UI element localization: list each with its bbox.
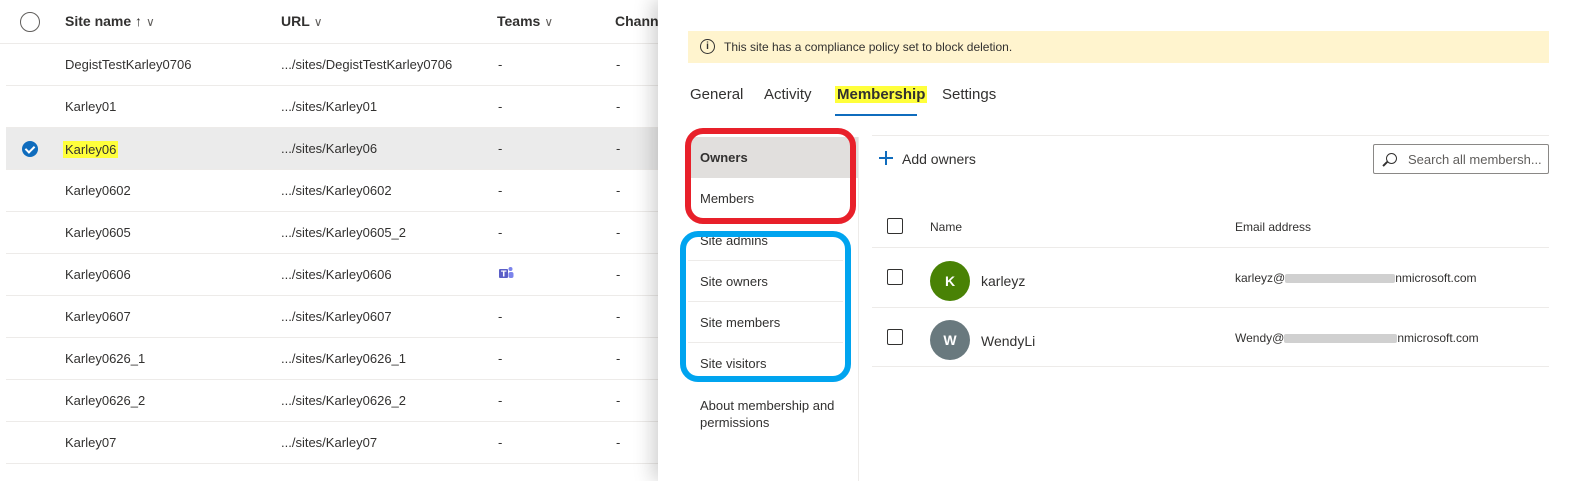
banner-text: This site has a compliance policy set to…	[724, 40, 1013, 54]
channel-value: -	[616, 435, 621, 450]
site-name[interactable]: Karley0606	[65, 267, 131, 282]
site-name[interactable]: Karley06	[63, 141, 119, 158]
site-url: .../sites/Karley01	[281, 99, 378, 114]
select-all-checkbox[interactable]	[887, 218, 903, 234]
row-checkbox[interactable]	[887, 269, 903, 285]
teams-value: -	[498, 99, 503, 114]
teams-value: -	[498, 309, 503, 324]
channel-value: -	[616, 225, 621, 240]
channel-value: -	[616, 351, 621, 366]
site-details-panel: i This site has a compliance policy set …	[658, 0, 1596, 481]
table-row[interactable]: Karley0626_1 .../sites/Karley0626_1 - -	[6, 338, 660, 380]
table-row[interactable]: Karley0607 .../sites/Karley0607 - -	[6, 296, 660, 338]
column-header-url[interactable]: URL ∨	[281, 13, 323, 29]
avatar: K	[930, 261, 970, 301]
site-name[interactable]: Karley0626_1	[65, 351, 145, 366]
site-list: Site name ↑∨ URL∨ Teams∨ Channe DegistTe…	[0, 0, 660, 481]
channel-value: -	[616, 141, 621, 156]
column-header-channel[interactable]: Channe	[615, 13, 660, 29]
channel-value: -	[616, 393, 621, 408]
chevron-down-icon: ∨	[313, 15, 323, 29]
teams-value: -	[498, 225, 503, 240]
info-icon: i	[700, 39, 715, 54]
table-row[interactable]: Karley07 .../sites/Karley07 - -	[6, 422, 660, 464]
teams-value: -	[498, 183, 503, 198]
divider	[872, 247, 1549, 248]
avatar: W	[930, 320, 970, 360]
compliance-banner: i This site has a compliance policy set …	[688, 31, 1549, 63]
table-row[interactable]: Karley0602 .../sites/Karley0602 - -	[6, 170, 660, 212]
divider	[872, 135, 1549, 136]
site-url: .../sites/Karley0607	[281, 309, 392, 324]
member-email: karleyz@ nmicrosoft.com	[1235, 271, 1477, 285]
table-row[interactable]: Karley0626_2 .../sites/Karley0626_2 - -	[6, 380, 660, 422]
table-row-selected[interactable]: Karley06 .../sites/Karley06 - -	[6, 128, 660, 170]
table-row[interactable]: Karley01 .../sites/Karley01 - -	[6, 86, 660, 128]
active-tab-indicator	[835, 114, 917, 116]
site-name[interactable]: DegistTestKarley0706	[65, 57, 191, 72]
checkmark-icon[interactable]	[22, 141, 38, 157]
table-row[interactable]: Karley0605 .../sites/Karley0605_2 - -	[6, 212, 660, 254]
tab-activity[interactable]: Activity	[764, 86, 812, 103]
search-placeholder: Search all membersh...	[1408, 152, 1542, 167]
member-email: Wendy@ nmicrosoft.com	[1235, 331, 1479, 345]
annotation-box-blue	[680, 231, 851, 382]
divider	[872, 366, 1549, 367]
channel-value: -	[616, 267, 621, 282]
channel-value: -	[616, 309, 621, 324]
tab-membership-label: Membership	[835, 86, 928, 103]
site-name[interactable]: Karley07	[65, 435, 116, 450]
site-url: .../sites/Karley0602	[281, 183, 392, 198]
tab-general[interactable]: General	[690, 86, 743, 103]
channel-value: -	[616, 183, 621, 198]
site-url: .../sites/Karley06	[281, 141, 378, 156]
add-owners-button[interactable]: Add owners	[902, 151, 976, 167]
plus-icon[interactable]	[878, 150, 894, 166]
subnav-about-membership[interactable]: About membership and permissions	[688, 397, 853, 431]
teams-value: -	[498, 393, 503, 408]
redaction	[1285, 274, 1396, 284]
site-url: .../sites/Karley0606	[281, 267, 392, 282]
column-header-email[interactable]: Email address	[1235, 220, 1311, 234]
teams-value: -	[498, 435, 503, 450]
column-header-teams[interactable]: Teams ∨	[497, 13, 553, 29]
site-name[interactable]: Karley01	[65, 99, 116, 114]
annotation-box-red	[685, 128, 856, 224]
channel-value: -	[616, 99, 621, 114]
chevron-down-icon: ∨	[146, 15, 155, 29]
tab-membership[interactable]: Membership	[835, 86, 928, 103]
redaction	[1284, 334, 1398, 344]
site-url: .../sites/Karley0605_2	[281, 225, 407, 240]
site-name[interactable]: Karley0626_2	[65, 393, 145, 408]
tab-settings[interactable]: Settings	[942, 86, 996, 103]
site-url: .../sites/Karley07	[281, 435, 378, 450]
site-url: .../sites/Karley0626_2	[281, 393, 407, 408]
search-input[interactable]: Search all membersh...	[1373, 144, 1549, 174]
divider	[858, 137, 859, 481]
list-header: Site name ↑∨ URL∨ Teams∨ Channe	[0, 0, 660, 44]
chevron-down-icon: ∨	[544, 15, 554, 29]
site-name[interactable]: Karley0607	[65, 309, 131, 324]
site-name[interactable]: Karley0605	[65, 225, 131, 240]
teams-value: -	[498, 141, 503, 156]
table-row[interactable]: Karley0606 .../sites/Karley0606 T -	[6, 254, 660, 296]
column-header-name[interactable]: Name	[930, 220, 962, 234]
site-url: .../sites/DegistTestKarley0706	[281, 57, 453, 72]
site-name[interactable]: Karley0602	[65, 183, 131, 198]
svg-text:T: T	[501, 270, 507, 279]
channel-value: -	[616, 57, 621, 72]
select-all-radio[interactable]	[20, 12, 40, 32]
table-row[interactable]: DegistTestKarley0706 .../sites/DegistTes…	[6, 44, 660, 86]
row-checkbox[interactable]	[887, 329, 903, 345]
member-name: WendyLi	[981, 333, 1036, 349]
teams-value: -	[498, 351, 503, 366]
column-header-site-name[interactable]: Site name ↑ ∨	[65, 13, 155, 29]
search-icon	[1386, 153, 1397, 164]
member-name: karleyz	[981, 273, 1026, 289]
teams-value: -	[498, 57, 503, 72]
divider	[872, 307, 1549, 308]
site-url: .../sites/Karley0626_1	[281, 351, 407, 366]
teams-icon: T	[499, 267, 514, 279]
